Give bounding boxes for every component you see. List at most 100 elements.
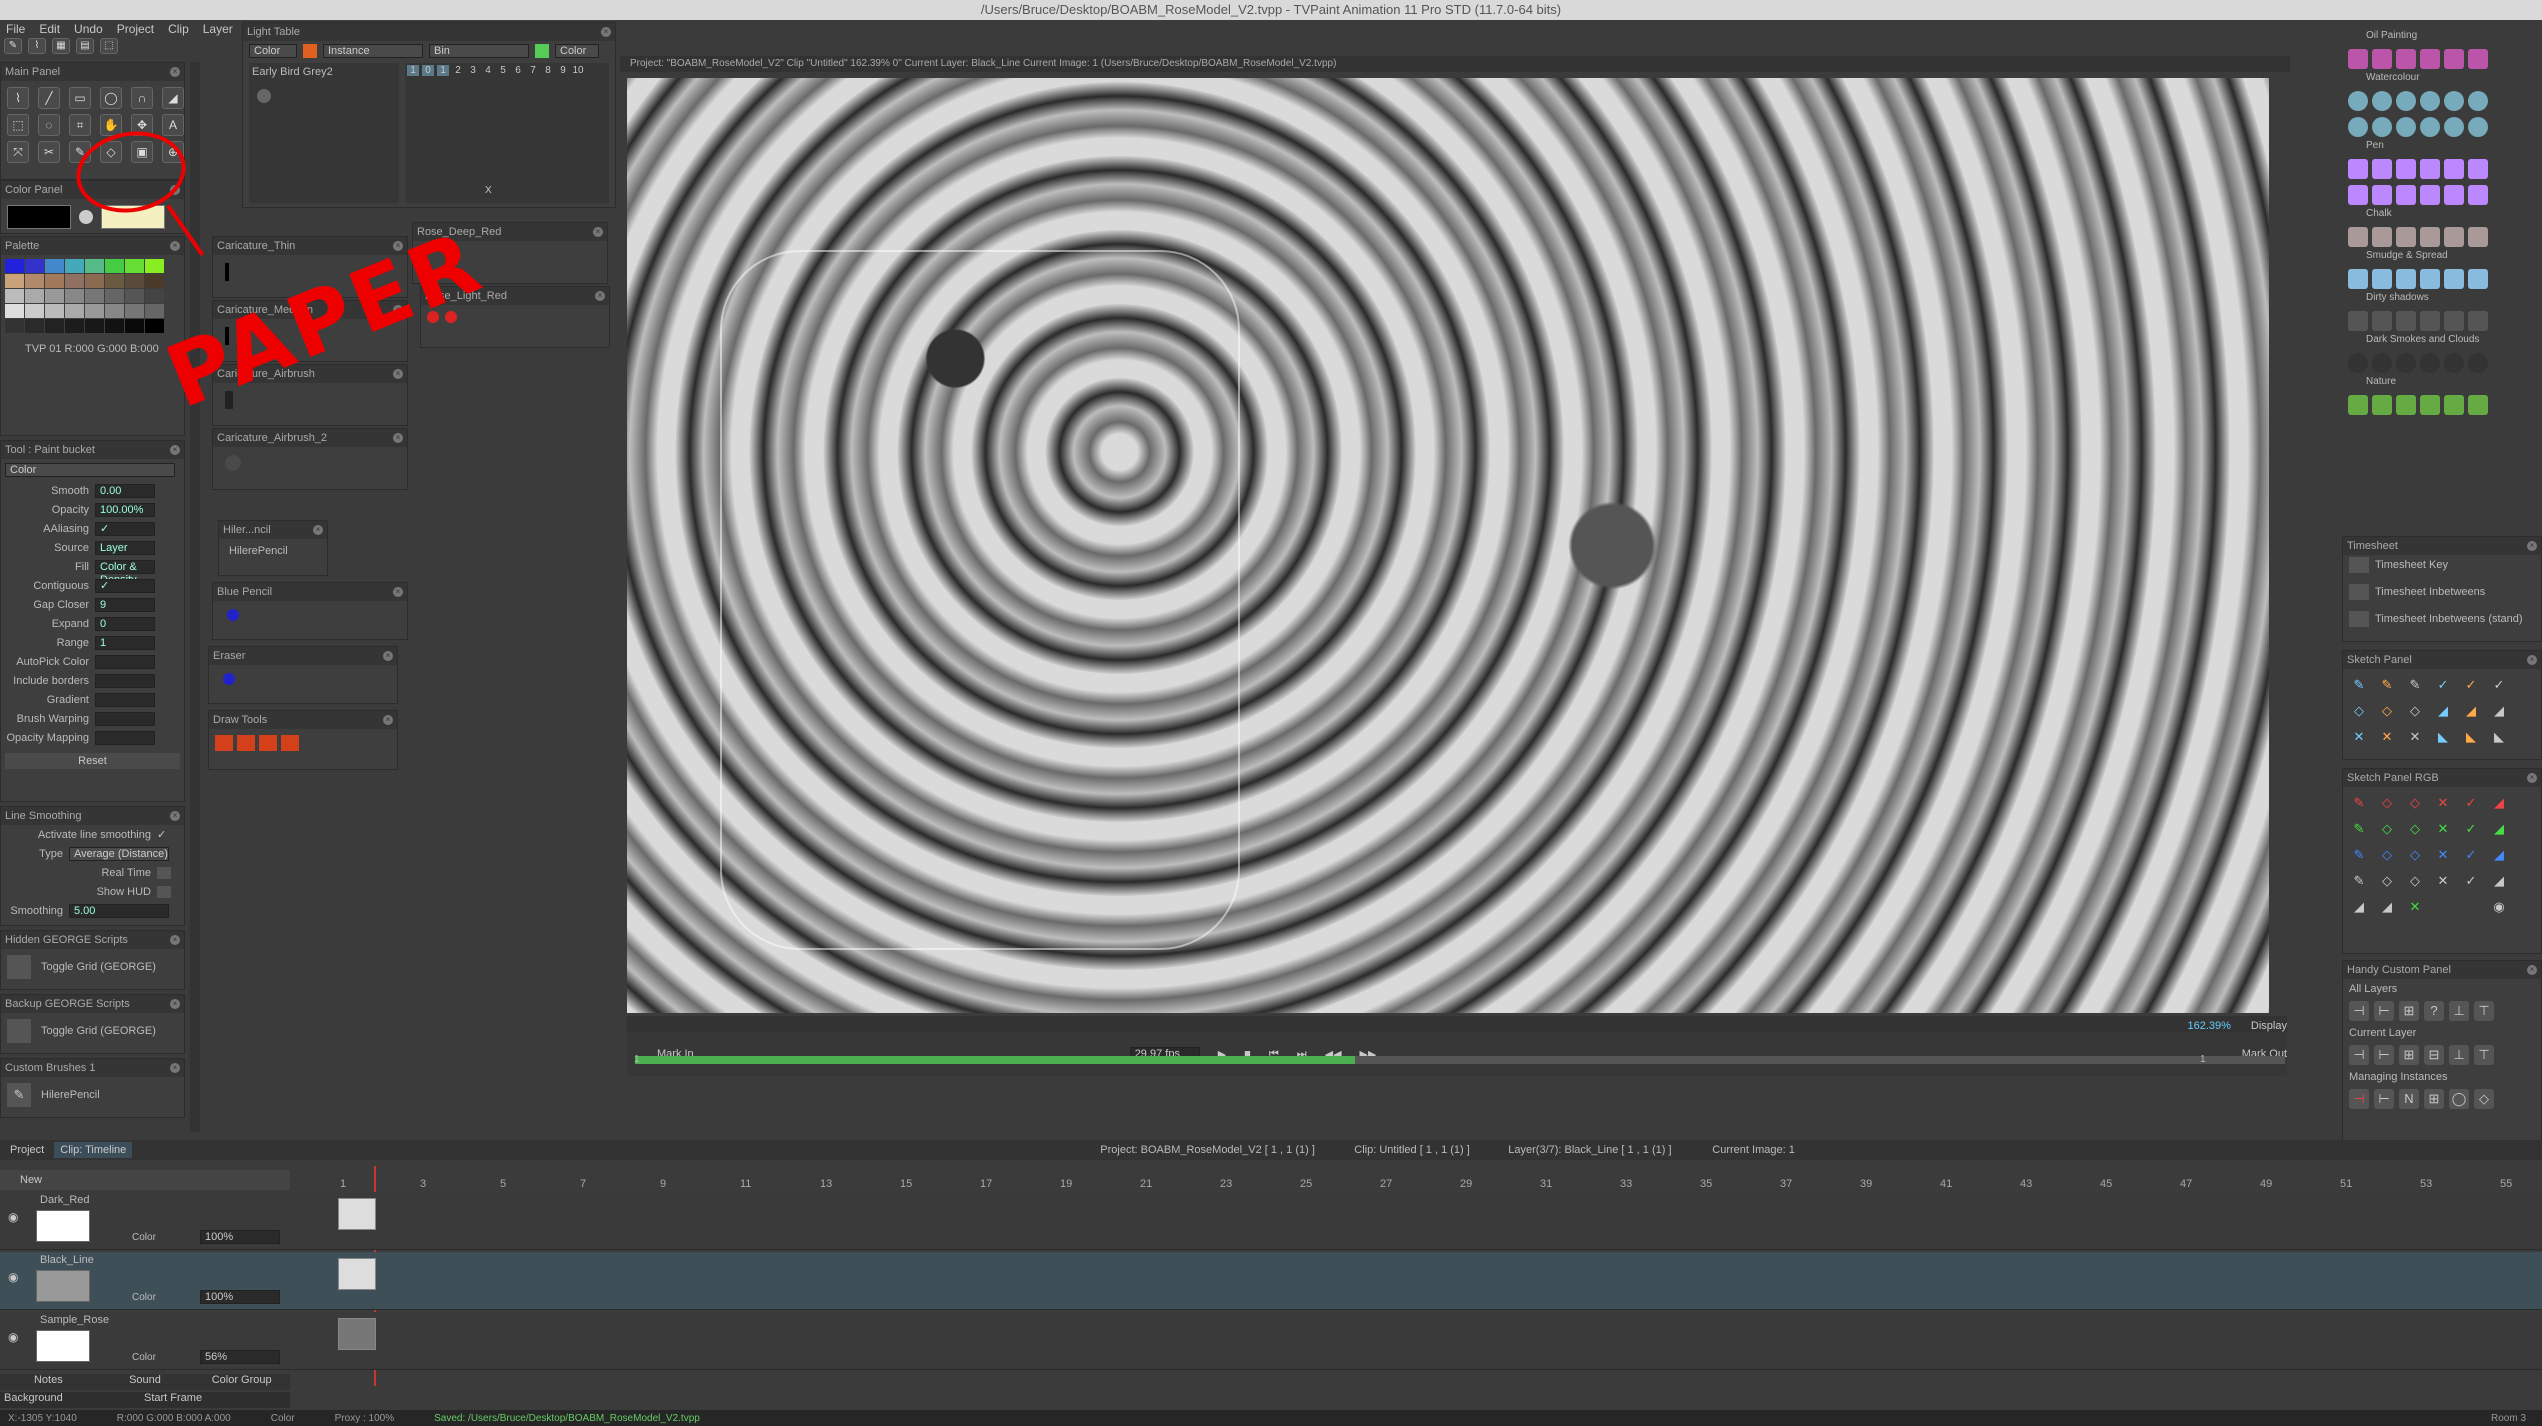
lt-frame-tick[interactable]: 2 bbox=[452, 65, 464, 76]
backup-george-item[interactable]: Toggle Grid (GEORGE) bbox=[41, 1025, 156, 1037]
palette-swatch[interactable] bbox=[45, 304, 64, 318]
room-select[interactable]: Room 3 bbox=[2491, 1413, 2542, 1424]
brush-section-title[interactable]: Oil Painting bbox=[2342, 30, 2542, 46]
new-layer-dropdown[interactable]: New bbox=[0, 1170, 290, 1190]
instance-action-icon[interactable]: ◯ bbox=[2449, 1089, 2469, 1109]
palette-swatch[interactable] bbox=[145, 274, 164, 288]
layer-action-icon[interactable]: ⊢ bbox=[2374, 1001, 2394, 1021]
tab-color-group[interactable]: Color Group bbox=[193, 1374, 290, 1390]
brush-section-title[interactable]: Watercolour bbox=[2342, 72, 2542, 88]
menu-file[interactable]: File bbox=[6, 20, 25, 38]
palette-swatch[interactable] bbox=[25, 259, 44, 273]
rgb-diamond-icon[interactable]: ◇ bbox=[2405, 819, 2425, 839]
layer-frame-cell[interactable] bbox=[338, 1258, 376, 1290]
brush-preset-icon[interactable] bbox=[2420, 91, 2440, 111]
tool-shortcut-icon[interactable]: ✎ bbox=[4, 38, 22, 54]
brush-preset-icon[interactable] bbox=[2396, 395, 2416, 415]
frame-number[interactable]: 3 bbox=[420, 1178, 426, 1190]
frame-number[interactable]: 39 bbox=[1860, 1178, 1872, 1190]
brush-preset-icon[interactable] bbox=[2420, 353, 2440, 373]
frame-number[interactable]: 51 bbox=[2340, 1178, 2352, 1190]
tool-field-value[interactable]: Layer bbox=[95, 540, 155, 555]
frame-number[interactable]: 43 bbox=[2020, 1178, 2032, 1190]
layer-name[interactable]: Dark_Red bbox=[40, 1194, 90, 1206]
brush-preset-icon[interactable] bbox=[2396, 49, 2416, 69]
draw-tool-icon[interactable] bbox=[215, 735, 233, 751]
brush-preset-icon[interactable] bbox=[2468, 117, 2488, 137]
sketch-brush-icon[interactable]: ✓ bbox=[2433, 675, 2453, 695]
lt-frame-tick[interactable]: 0 bbox=[422, 65, 434, 76]
brush-preset-icon[interactable] bbox=[2468, 91, 2488, 111]
swap-colors-icon[interactable] bbox=[79, 210, 93, 224]
lt-frame-tick[interactable]: 3 bbox=[467, 65, 479, 76]
palette-swatch[interactable] bbox=[65, 274, 84, 288]
rgb-diamond-icon[interactable]: ◇ bbox=[2377, 793, 2397, 813]
frame-number[interactable]: 21 bbox=[1140, 1178, 1152, 1190]
tool-field-value[interactable] bbox=[95, 654, 155, 669]
brush-section-title[interactable]: Nature bbox=[2342, 376, 2542, 392]
menu-clip[interactable]: Clip bbox=[168, 20, 189, 38]
palette-swatch[interactable] bbox=[25, 289, 44, 303]
sketch-stamp-icon[interactable]: ◣ bbox=[2489, 727, 2509, 747]
type-select[interactable]: Average (Distance) bbox=[69, 846, 169, 861]
rgb-eraser-icon[interactable]: ◢ bbox=[2489, 845, 2509, 865]
curve-tool-icon[interactable]: ∩ bbox=[131, 87, 153, 109]
activate-smoothing-checkbox[interactable]: ✓ bbox=[157, 828, 166, 841]
brush-preset-icon[interactable] bbox=[2396, 227, 2416, 247]
layer-blend-mode[interactable]: Color bbox=[132, 1352, 156, 1363]
palette-swatch[interactable] bbox=[65, 289, 84, 303]
palette-swatch[interactable] bbox=[105, 304, 124, 318]
brush-preset-icon[interactable] bbox=[2420, 227, 2440, 247]
sketch-stamp-icon[interactable]: ◣ bbox=[2461, 727, 2481, 747]
frame-number[interactable]: 35 bbox=[1700, 1178, 1712, 1190]
palette-swatch[interactable] bbox=[125, 319, 144, 333]
sketch-pencil-icon[interactable]: ✎ bbox=[2405, 675, 2425, 695]
brush-preset-icon[interactable] bbox=[2468, 311, 2488, 331]
layer-action-icon[interactable]: ⊞ bbox=[2399, 1045, 2419, 1065]
rgb-diamond-icon[interactable]: ◇ bbox=[2405, 793, 2425, 813]
rgb-clear-icon[interactable]: ✕ bbox=[2433, 871, 2453, 891]
brush-preset-icon[interactable] bbox=[2444, 49, 2464, 69]
eraser-tool-icon[interactable]: ◢ bbox=[162, 87, 184, 109]
close-icon[interactable]: × bbox=[383, 715, 393, 725]
brush-preset-icon[interactable] bbox=[2348, 159, 2368, 179]
brush-preset-icon[interactable] bbox=[2348, 353, 2368, 373]
brush-section-title[interactable]: Dark Smokes and Clouds bbox=[2342, 334, 2542, 350]
close-icon[interactable]: × bbox=[2527, 541, 2537, 551]
sketch-eraser-icon[interactable]: ◢ bbox=[2433, 701, 2453, 721]
brush-preset-icon[interactable] bbox=[2444, 227, 2464, 247]
close-icon[interactable]: × bbox=[593, 227, 603, 237]
brush-preset-icon[interactable] bbox=[2348, 49, 2368, 69]
layer-blend-mode[interactable]: Color bbox=[132, 1232, 156, 1243]
frame-number[interactable]: 15 bbox=[900, 1178, 912, 1190]
brush-preset-icon[interactable] bbox=[2348, 185, 2368, 205]
sketch-brush-icon[interactable]: ✓ bbox=[2489, 675, 2509, 695]
script-icon[interactable] bbox=[7, 1019, 31, 1043]
brush-section-title[interactable]: Dirty shadows bbox=[2342, 292, 2542, 308]
rgb-pencil-icon[interactable]: ✎ bbox=[2349, 819, 2369, 839]
close-icon[interactable]: × bbox=[595, 291, 605, 301]
brush-preset-icon[interactable] bbox=[2372, 91, 2392, 111]
brush-bin[interactable]: Eraser × bbox=[208, 646, 398, 704]
brush-preset-icon[interactable] bbox=[2468, 159, 2488, 179]
sketch-pencil-icon[interactable]: ✎ bbox=[2349, 675, 2369, 695]
menu-edit[interactable]: Edit bbox=[39, 20, 60, 38]
layer-action-icon[interactable]: ⊣ bbox=[2349, 1001, 2369, 1021]
brush-preset-icon[interactable] bbox=[2372, 159, 2392, 179]
brush-preset-icon[interactable] bbox=[2372, 227, 2392, 247]
rgb-diamond-icon[interactable]: ◇ bbox=[2377, 819, 2397, 839]
frame-number[interactable]: 31 bbox=[1540, 1178, 1552, 1190]
lt-frame-tick[interactable]: 6 bbox=[512, 65, 524, 76]
close-icon[interactable]: × bbox=[170, 67, 180, 77]
start-frame-select[interactable]: Start Frame bbox=[144, 1392, 202, 1408]
rgb-eraser-icon[interactable]: ◢ bbox=[2489, 871, 2509, 891]
brush-preset-icon[interactable] bbox=[2396, 91, 2416, 111]
close-icon[interactable]: × bbox=[170, 811, 180, 821]
palette-swatch[interactable] bbox=[85, 259, 104, 273]
script-icon[interactable] bbox=[7, 955, 31, 979]
timesheet-inbetweens-stand[interactable]: Timesheet Inbetweens (stand) bbox=[2375, 613, 2523, 625]
rgb-clear-icon[interactable]: ✕ bbox=[2433, 793, 2453, 813]
brush-preset-icon[interactable] bbox=[2372, 49, 2392, 69]
menu-project[interactable]: Project bbox=[117, 20, 154, 38]
transform-tool-icon[interactable]: ⤧ bbox=[7, 141, 29, 163]
